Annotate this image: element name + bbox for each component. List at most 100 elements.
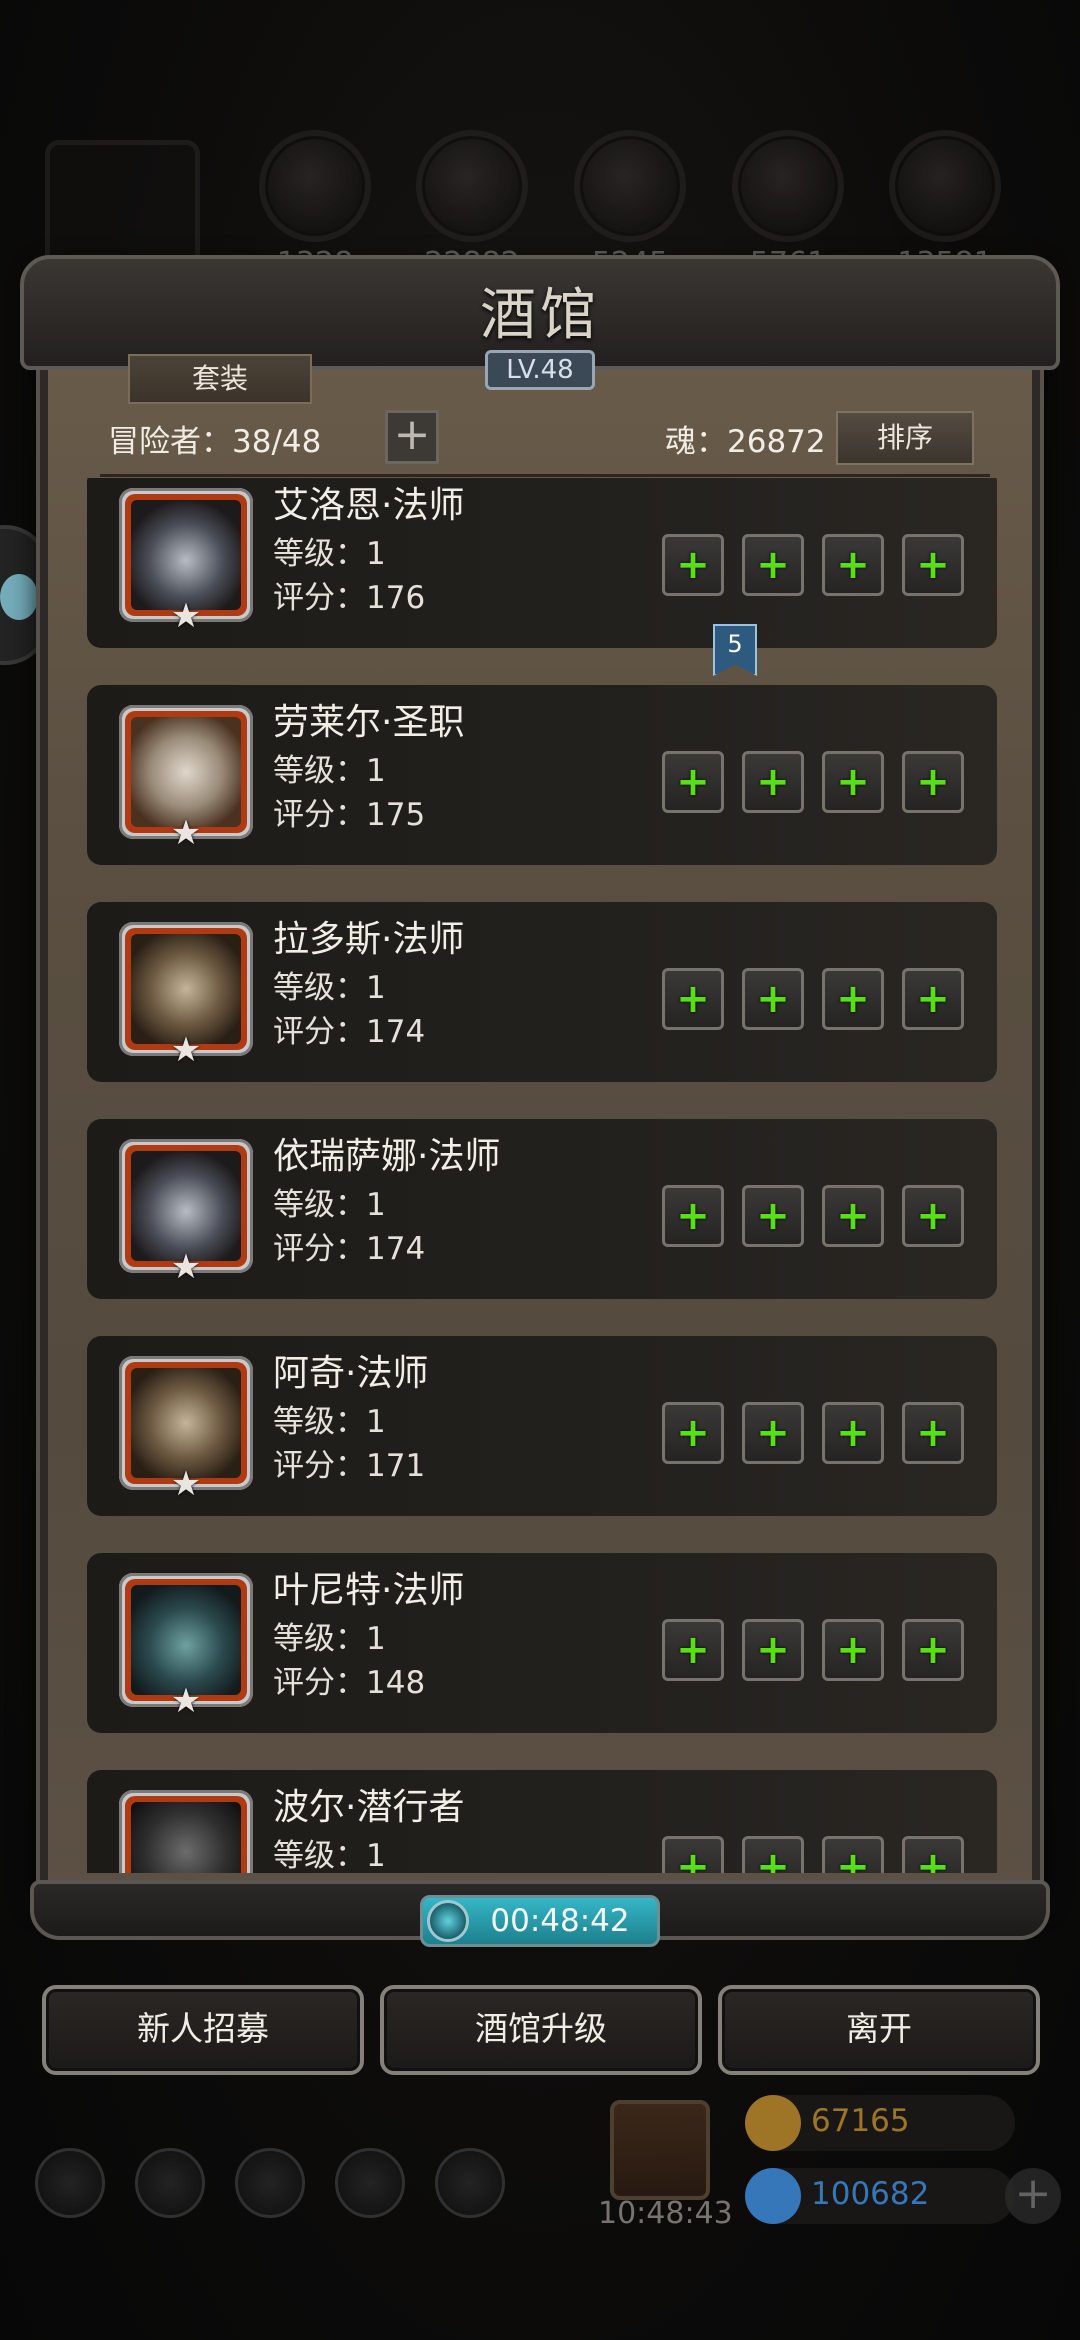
gem-counter: 100682 xyxy=(745,2168,1015,2224)
hero-name: 叶尼特·法师 xyxy=(273,1570,465,1611)
hero-score: 评分：148 xyxy=(273,1665,426,1701)
hero-portrait[interactable]: ★ xyxy=(119,1139,253,1287)
armor-slot[interactable]: + xyxy=(742,1185,804,1247)
star-rank-icon: ★ xyxy=(170,1030,202,1070)
guild-icon[interactable] xyxy=(235,2148,305,2218)
armor-slot[interactable]: + xyxy=(742,1836,804,1873)
accessory-slot[interactable]: + xyxy=(822,534,884,596)
recruit-button[interactable]: 新人招募 xyxy=(42,1985,364,2075)
weapon-slot[interactable]: + xyxy=(662,1836,724,1873)
hero-row[interactable]: ★ 叶尼特·法师等级：1 评分：148 + + + + xyxy=(87,1553,997,1733)
add-equipment-icon: + xyxy=(756,1627,790,1673)
masked-rogue-icon xyxy=(131,1802,241,1873)
add-equipment-icon: + xyxy=(676,542,710,588)
mail-icon[interactable] xyxy=(335,2148,405,2218)
relic-slot[interactable]: + xyxy=(902,751,964,813)
add-currency-button[interactable]: + xyxy=(1005,2168,1061,2224)
hero-portrait[interactable]: ★ xyxy=(119,705,253,853)
hero-level: 等级：1 xyxy=(273,753,386,789)
skull-mage-icon xyxy=(131,934,241,1044)
suit-button[interactable]: 套装 xyxy=(128,354,312,404)
hero-level: 等级：1 xyxy=(273,970,386,1006)
hero-row[interactable]: ★ 波尔·潜行者等级：1 + + + + xyxy=(87,1770,997,1873)
accessory-slot[interactable]: + xyxy=(822,1185,884,1247)
hero-portrait[interactable]: ★ xyxy=(119,488,253,636)
upgrade-tavern-button[interactable]: 酒馆升级 xyxy=(380,1985,702,2075)
armor-slot[interactable]: + xyxy=(742,534,804,596)
old-cleric-icon xyxy=(131,717,241,827)
armor-slot[interactable]: + xyxy=(742,968,804,1030)
hero-score: 评分：174 xyxy=(273,1231,426,1267)
relic-slot[interactable]: + xyxy=(902,1836,964,1873)
gold-counter: 67165 xyxy=(745,2095,1015,2151)
weapon-slot[interactable]: + xyxy=(662,968,724,1030)
gift-chest-icon[interactable] xyxy=(610,2100,710,2200)
add-equipment-icon: + xyxy=(676,1627,710,1673)
relic-slot[interactable]: + xyxy=(902,1402,964,1464)
leave-button[interactable]: 离开 xyxy=(718,1985,1040,2075)
add-equipment-icon: + xyxy=(836,1193,870,1239)
weapon-slot[interactable]: + xyxy=(662,1185,724,1247)
weapon-slot[interactable]: + xyxy=(662,751,724,813)
hooded-mage-icon xyxy=(131,500,241,610)
battle-icon[interactable] xyxy=(435,2148,505,2218)
hero-level: 等级：1 xyxy=(273,1187,386,1223)
header-divider xyxy=(100,474,990,477)
relic-slot[interactable]: + xyxy=(902,1619,964,1681)
hero-row[interactable]: ★ 艾洛恩·法师 等级：1 评分：176 + + + + xyxy=(87,478,997,648)
armor-slot[interactable]: + xyxy=(742,1402,804,1464)
add-equipment-icon: + xyxy=(836,1844,870,1873)
hero-name: 波尔·潜行者 xyxy=(273,1787,465,1828)
star-rank-icon: ★ xyxy=(170,813,202,853)
relic-slot[interactable]: + xyxy=(902,968,964,1030)
sort-button[interactable]: 排序 xyxy=(836,411,974,465)
add-equipment-icon: + xyxy=(836,976,870,1022)
hero-portrait[interactable]: ★ xyxy=(119,1790,253,1873)
add-equipment-icon: + xyxy=(676,1410,710,1456)
crystal-icon xyxy=(732,130,844,242)
portrait-frame xyxy=(125,1796,247,1873)
hero-level: 等级：1 xyxy=(273,1838,386,1873)
accessory-slot[interactable]: + xyxy=(822,1402,884,1464)
relic-slot[interactable]: + xyxy=(902,534,964,596)
add-equipment-icon: + xyxy=(916,1844,950,1873)
add-equipment-icon: + xyxy=(916,1193,950,1239)
weapon-slot[interactable]: + xyxy=(662,1402,724,1464)
accessory-slot[interactable]: + xyxy=(822,751,884,813)
weapon-slot[interactable]: + xyxy=(662,1619,724,1681)
timer-text: 00:48:42 xyxy=(490,1903,630,1939)
soul-count: 魂：26872 xyxy=(665,424,826,460)
hero-row[interactable]: ★ 劳莱尔·圣职 等级：1 评分：175 + + + + xyxy=(87,685,997,865)
hero-list[interactable]: ★ 艾洛恩·法师 等级：1 评分：176 + + + + ★ 劳莱尔·圣职 等级：1 评分：175 + +… xyxy=(87,478,997,1873)
plus-icon: + xyxy=(393,409,431,460)
weapon-slot[interactable]: + xyxy=(662,534,724,596)
add-equipment-icon: + xyxy=(916,759,950,805)
hero-level: 等级：1 xyxy=(273,1621,386,1657)
hero-row[interactable]: ★ 依瑞萨娜·法师 等级：1 评分：174 + + + + xyxy=(87,1119,997,1299)
star-rank-icon: ★ xyxy=(170,596,202,636)
hero-name: 劳莱尔·圣职 xyxy=(273,702,465,743)
stone-icon xyxy=(889,130,1001,242)
adventurer-count: 冒险者：38/48 xyxy=(108,424,322,460)
meat-icon xyxy=(259,130,371,242)
wood-icon xyxy=(416,130,528,242)
settings-icon[interactable] xyxy=(35,2148,105,2218)
accessory-slot[interactable]: + xyxy=(822,968,884,1030)
armor-slot[interactable]: + xyxy=(742,1619,804,1681)
accessory-slot[interactable]: + xyxy=(822,1619,884,1681)
hero-row[interactable]: ★ 拉多斯·法师 等级：1 评分：174 + + + + xyxy=(87,902,997,1082)
hero-score: 评分：174 xyxy=(273,1014,426,1050)
gem-icon xyxy=(745,2168,801,2224)
hero-row[interactable]: ★ 阿奇·法师 等级：1 评分：171 + + + + xyxy=(87,1336,997,1516)
hero-portrait[interactable]: ★ xyxy=(119,1356,253,1504)
accessory-slot[interactable]: + xyxy=(822,1836,884,1873)
hero-portrait[interactable]: ★ xyxy=(119,1573,253,1721)
add-equipment-icon: + xyxy=(756,759,790,805)
hero-icon[interactable] xyxy=(135,2148,205,2218)
relic-slot[interactable]: + xyxy=(902,1185,964,1247)
add-equipment-icon: + xyxy=(836,1410,870,1456)
hero-portrait[interactable]: ★ xyxy=(119,922,253,1070)
hero-level: 等级：1 xyxy=(273,536,386,572)
armor-slot[interactable]: + xyxy=(742,751,804,813)
expand-capacity-button[interactable]: + xyxy=(385,410,439,464)
